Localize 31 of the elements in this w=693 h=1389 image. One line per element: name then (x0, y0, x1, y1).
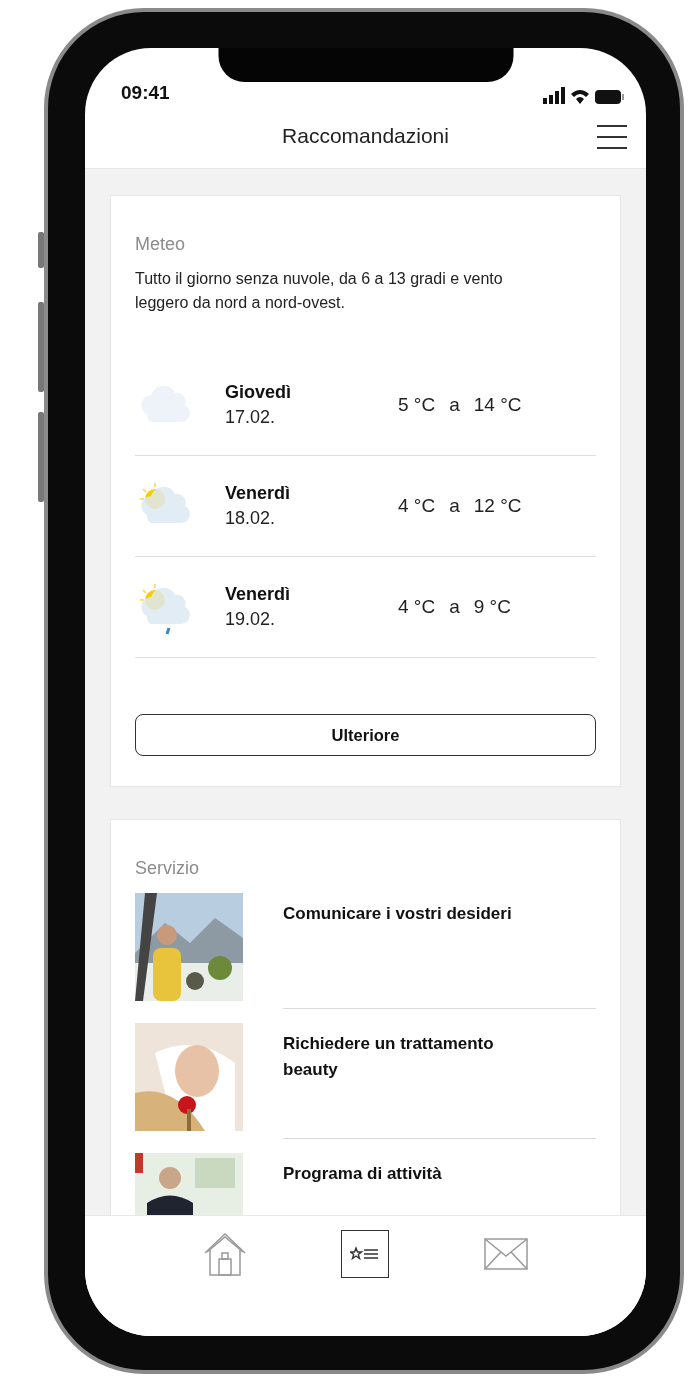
weekday: Giovedì (225, 382, 292, 403)
service-title[interactable]: Comunicare i vostri desideri (283, 901, 543, 927)
mail-icon (483, 1238, 528, 1270)
high-temperature: 14 °C (473, 394, 522, 416)
weather-summary: Tutto il giorno senza nuvole, da 6 a 13 gradi e vento leggero da nord a nord-ovest. (135, 269, 504, 313)
date: 19.02. (225, 609, 277, 630)
high-temperature: 9 °C (473, 596, 511, 618)
page-title: Raccomandazioni (282, 124, 449, 148)
battery-icon (595, 90, 624, 104)
low-temperature: 5 °C (398, 394, 436, 416)
high-temperature: 12 °C (473, 495, 522, 517)
section-heading: Servizio (135, 858, 201, 879)
range-word: a (449, 596, 460, 618)
tab-button[interactable] (341, 1230, 390, 1278)
date: 17.02. (225, 407, 277, 428)
range-word: a (449, 495, 460, 517)
menu-icon[interactable] (596, 124, 628, 150)
more-button[interactable]: Ulteriore (135, 714, 596, 756)
home-icon (203, 1231, 248, 1277)
low-temperature: 4 °C (398, 596, 436, 618)
weekday: Venerdì (225, 483, 292, 504)
signal-icon (543, 87, 565, 104)
service-title[interactable]: Programa di attività (283, 1161, 543, 1187)
section-heading: Meteo (135, 234, 187, 255)
status-time: 09:41 (121, 82, 170, 104)
date: 18.02. (225, 508, 277, 529)
service-title[interactable]: Richiedere un trattamento beauty (283, 1031, 543, 1083)
range-word: a (449, 394, 460, 416)
wifi-icon (571, 88, 589, 104)
weekday: Venerdì (225, 584, 292, 605)
low-temperature: 4 °C (398, 495, 436, 517)
